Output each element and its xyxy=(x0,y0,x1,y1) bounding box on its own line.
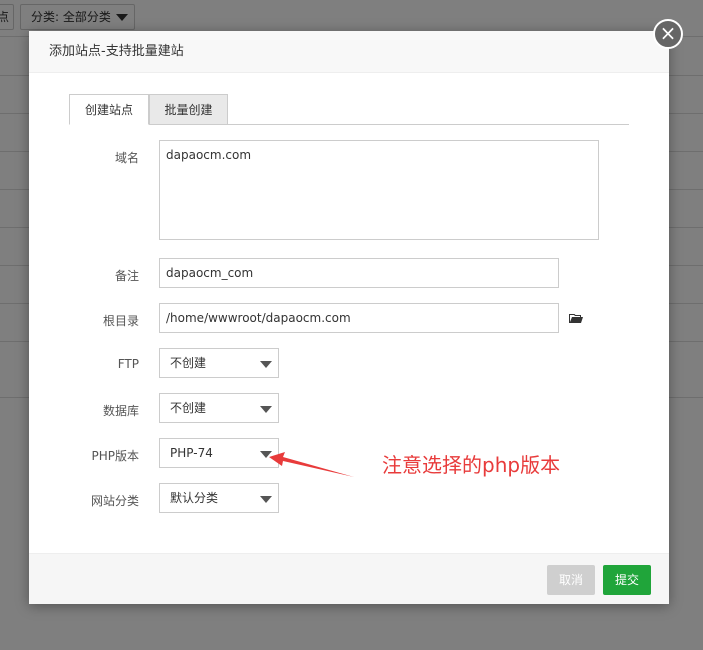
close-icon[interactable]: × xyxy=(653,19,683,49)
dialog-footer: 取消 提交 xyxy=(29,553,669,604)
php-version-annotation: 注意选择的php版本 xyxy=(382,453,561,477)
site-category-select-value: 默认分类 xyxy=(170,491,219,505)
red-arrow-icon xyxy=(269,452,354,477)
ftp-select-value: 不创建 xyxy=(170,356,207,370)
remark-input[interactable]: dapaocm_com xyxy=(159,258,559,288)
tab-batch-create[interactable]: 批量创建 xyxy=(149,94,228,125)
dialog-header: 添加站点-支持批量建站 xyxy=(29,31,669,73)
site-category-select[interactable]: 默认分类 xyxy=(159,483,279,513)
add-site-dialog: 添加站点-支持批量建站 创建站点 批量创建 域名 dapaocm.com 备注 … xyxy=(29,31,669,604)
dialog-title: 添加站点-支持批量建站 xyxy=(49,44,184,59)
database-select[interactable]: 不创建 xyxy=(159,393,279,423)
domain-label: 域名 xyxy=(114,151,139,165)
php-version-select-value: PHP-74 xyxy=(170,446,213,460)
root-dir-input[interactable]: /home/wwwroot/dapaocm.com xyxy=(159,303,559,333)
ftp-label: FTP xyxy=(117,357,139,371)
remark-label: 备注 xyxy=(114,269,139,283)
root-dir-label: 根目录 xyxy=(102,314,139,328)
site-category-label: 网站分类 xyxy=(90,494,139,508)
folder-open-icon[interactable] xyxy=(568,311,584,325)
dialog-tabs: 创建站点 批量创建 xyxy=(69,94,629,125)
tab-create-site[interactable]: 创建站点 xyxy=(69,94,149,125)
php-version-label: PHP版本 xyxy=(91,449,140,463)
caret-down-icon xyxy=(260,361,272,368)
submit-button[interactable]: 提交 xyxy=(603,565,651,595)
cancel-button[interactable]: 取消 xyxy=(547,565,595,595)
caret-down-icon xyxy=(260,406,272,413)
domain-textarea[interactable]: dapaocm.com xyxy=(159,140,599,240)
php-version-select[interactable]: PHP-74 xyxy=(159,438,279,468)
database-label: 数据库 xyxy=(102,404,139,418)
database-select-value: 不创建 xyxy=(170,401,207,415)
caret-down-icon xyxy=(260,496,272,503)
ftp-select[interactable]: 不创建 xyxy=(159,348,279,378)
